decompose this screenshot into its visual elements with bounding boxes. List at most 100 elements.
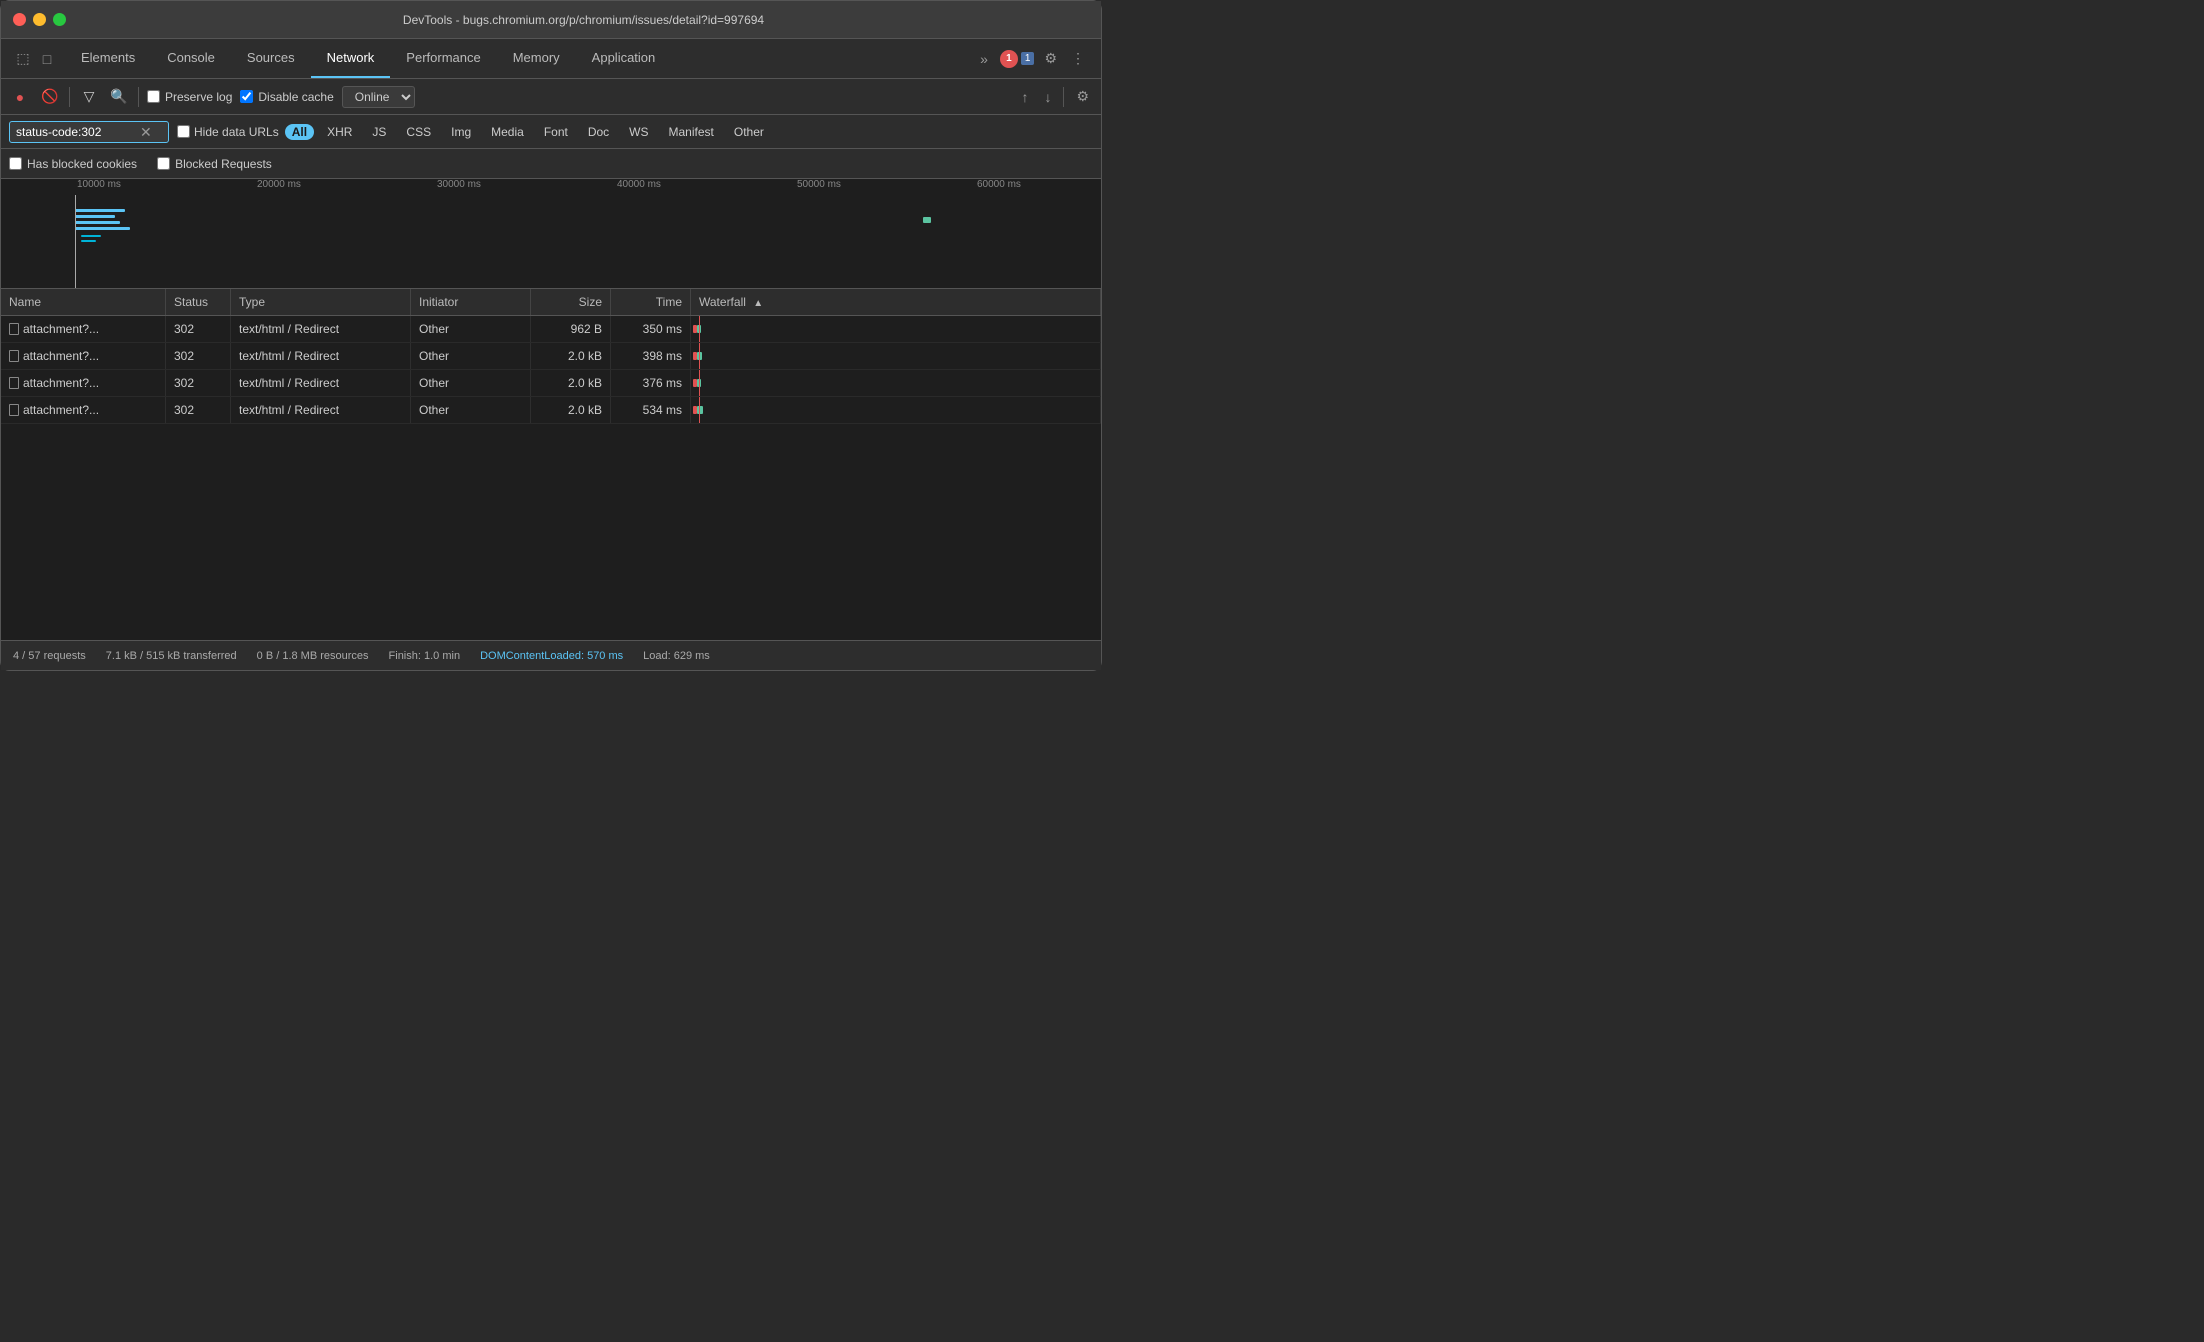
disable-cache-checkbox[interactable] <box>240 90 253 103</box>
minimize-button[interactable] <box>33 13 46 26</box>
th-size[interactable]: Size <box>531 289 611 315</box>
mini-bar-1 <box>75 209 125 212</box>
td-waterfall-4 <box>691 397 1101 423</box>
td-time-4: 534 ms <box>611 397 691 423</box>
timeline-header: 10000 ms 20000 ms 30000 ms 40000 ms 5000… <box>73 179 1101 190</box>
close-button[interactable] <box>13 13 26 26</box>
table-row[interactable]: attachment?... 302 text/html / Redirect … <box>1 316 1101 343</box>
tab-application[interactable]: Application <box>576 39 672 78</box>
th-initiator[interactable]: Initiator <box>411 289 531 315</box>
file-icon-2 <box>9 350 19 362</box>
mini-bar-5 <box>81 235 101 237</box>
tick-5: 50000 ms <box>793 179 973 190</box>
table-row[interactable]: attachment?... 302 text/html / Redirect … <box>1 370 1101 397</box>
tab-performance[interactable]: Performance <box>390 39 496 78</box>
table-header: Name Status Type Initiator Size Time Wat… <box>1 289 1101 316</box>
tab-memory[interactable]: Memory <box>497 39 576 78</box>
td-type-3: text/html / Redirect <box>231 370 411 396</box>
search-button[interactable]: 🔍 <box>108 86 130 108</box>
throttling-select[interactable]: Online <box>342 86 415 108</box>
tick-4: 40000 ms <box>613 179 793 190</box>
filter-doc[interactable]: Doc <box>581 124 616 140</box>
td-initiator-2: Other <box>411 343 531 369</box>
search-input[interactable] <box>16 125 136 139</box>
tab-console[interactable]: Console <box>151 39 231 78</box>
error-badge[interactable]: 1 <box>1000 50 1018 68</box>
filter-media[interactable]: Media <box>484 124 531 140</box>
mini-bar-6 <box>81 240 96 242</box>
th-time[interactable]: Time <box>611 289 691 315</box>
preserve-log-label[interactable]: Preserve log <box>147 90 232 104</box>
disable-cache-label[interactable]: Disable cache <box>240 90 333 104</box>
mini-bar-3 <box>75 221 120 224</box>
filter-all[interactable]: All <box>285 124 314 140</box>
tab-sources[interactable]: Sources <box>231 39 311 78</box>
td-time-3: 376 ms <box>611 370 691 396</box>
td-status-3: 302 <box>166 370 231 396</box>
device-icon[interactable]: □ <box>37 49 57 69</box>
td-name-3: attachment?... <box>1 370 166 396</box>
red-line-1 <box>699 316 700 342</box>
td-size-2: 2.0 kB <box>531 343 611 369</box>
filter-options: Hide data URLs All XHR JS CSS Img Media … <box>177 124 771 140</box>
tab-network[interactable]: Network <box>311 39 391 78</box>
hide-data-urls-label[interactable]: Hide data URLs <box>177 125 279 139</box>
th-type[interactable]: Type <box>231 289 411 315</box>
td-waterfall-1 <box>691 316 1101 342</box>
file-icon-4 <box>9 404 19 416</box>
finish-time: Finish: 1.0 min <box>389 650 461 662</box>
record-button[interactable]: ● <box>9 86 31 108</box>
requests-count: 4 / 57 requests <box>13 650 86 662</box>
export-icon[interactable]: ↓ <box>1040 89 1055 105</box>
th-waterfall[interactable]: Waterfall ▲ <box>691 289 1101 315</box>
td-size-4: 2.0 kB <box>531 397 611 423</box>
table-row[interactable]: attachment?... 302 text/html / Redirect … <box>1 343 1101 370</box>
hide-data-urls-checkbox[interactable] <box>177 125 190 138</box>
tick-6: 60000 ms <box>973 179 1101 190</box>
traffic-lights <box>13 13 66 26</box>
preserve-log-checkbox[interactable] <box>147 90 160 103</box>
import-icon[interactable]: ↑ <box>1017 89 1032 105</box>
warning-badge[interactable]: 1 <box>1021 52 1035 65</box>
timeline-area[interactable]: 10000 ms 20000 ms 30000 ms 40000 ms 5000… <box>1 179 1101 289</box>
th-name[interactable]: Name <box>1 289 166 315</box>
table-row[interactable]: attachment?... 302 text/html / Redirect … <box>1 397 1101 424</box>
has-blocked-cookies-checkbox[interactable] <box>9 157 22 170</box>
filter-button[interactable]: ▽ <box>78 86 100 108</box>
toolbar-divider-1 <box>69 87 70 107</box>
filter-xhr[interactable]: XHR <box>320 124 359 140</box>
cursor-line <box>75 195 76 288</box>
toolbar-divider-2 <box>138 87 139 107</box>
tab-icons: ⬚ □ <box>5 49 65 69</box>
td-waterfall-2 <box>691 343 1101 369</box>
tab-elements[interactable]: Elements <box>65 39 151 78</box>
filter-font[interactable]: Font <box>537 124 575 140</box>
network-settings-icon[interactable]: ⚙ <box>1072 84 1093 109</box>
td-time-2: 398 ms <box>611 343 691 369</box>
menu-icon[interactable]: ⋮ <box>1067 46 1089 71</box>
inspect-icon[interactable]: ⬚ <box>13 49 33 69</box>
filter-ws[interactable]: WS <box>622 124 655 140</box>
filter-js[interactable]: JS <box>365 124 393 140</box>
maximize-button[interactable] <box>53 13 66 26</box>
filter-other[interactable]: Other <box>727 124 771 140</box>
blocked-requests-checkbox[interactable] <box>157 157 170 170</box>
has-blocked-cookies-label[interactable]: Has blocked cookies <box>9 157 137 171</box>
mini-bar-4 <box>75 227 130 230</box>
filter-css[interactable]: CSS <box>399 124 438 140</box>
mini-bar-2 <box>75 215 115 218</box>
tick-2: 20000 ms <box>253 179 433 190</box>
clear-search-icon[interactable]: ✕ <box>140 125 152 139</box>
blocked-requests-label[interactable]: Blocked Requests <box>157 157 272 171</box>
status-bar: 4 / 57 requests 7.1 kB / 515 kB transfer… <box>1 640 1101 670</box>
table-area: Name Status Type Initiator Size Time Wat… <box>1 289 1101 640</box>
filter-manifest[interactable]: Manifest <box>662 124 721 140</box>
td-initiator-1: Other <box>411 316 531 342</box>
filter-img[interactable]: Img <box>444 124 478 140</box>
more-tabs-button[interactable]: » <box>974 47 994 71</box>
settings-icon[interactable]: ⚙ <box>1040 46 1061 71</box>
right-controls: » 1 1 ⚙ ⋮ <box>966 46 1097 71</box>
th-status[interactable]: Status <box>166 289 231 315</box>
td-status-1: 302 <box>166 316 231 342</box>
stop-button[interactable]: 🚫 <box>39 86 61 108</box>
